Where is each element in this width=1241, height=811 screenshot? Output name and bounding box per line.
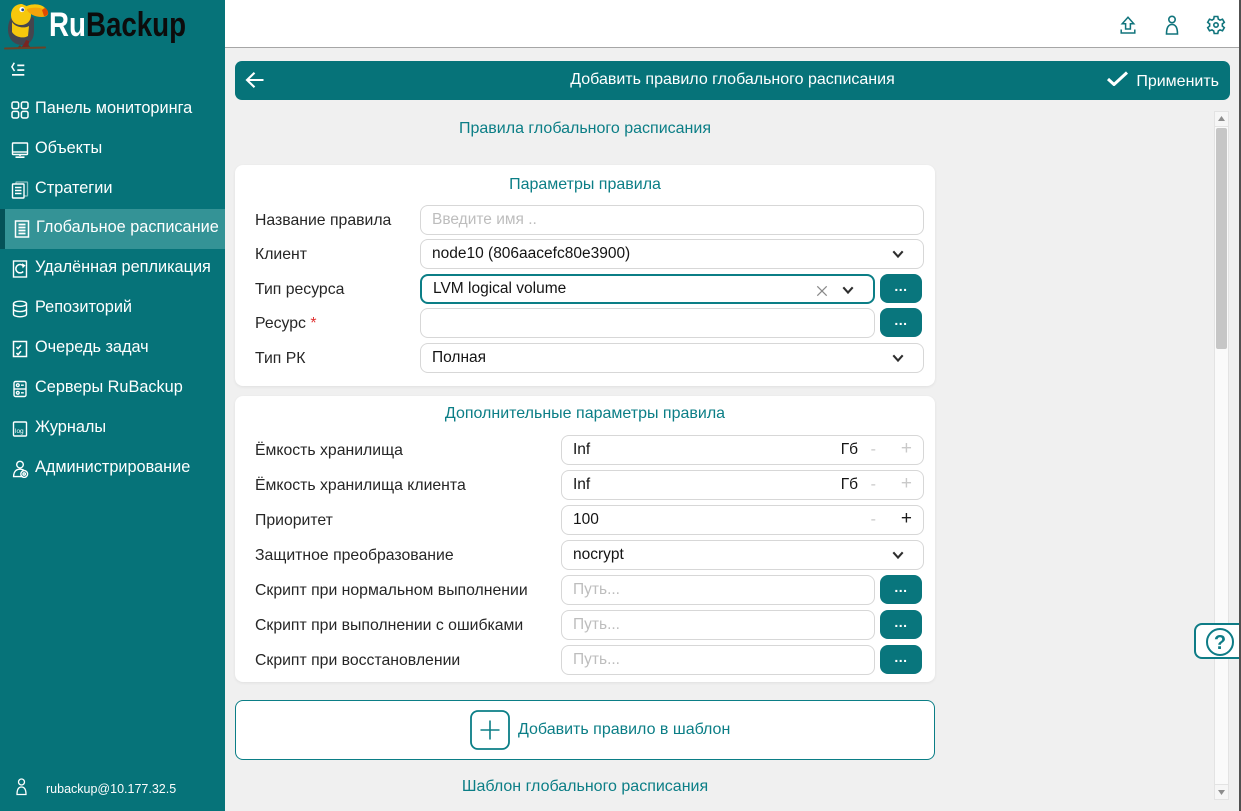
- svg-text:?: ?: [1214, 632, 1226, 654]
- svg-text:log: log: [15, 428, 24, 435]
